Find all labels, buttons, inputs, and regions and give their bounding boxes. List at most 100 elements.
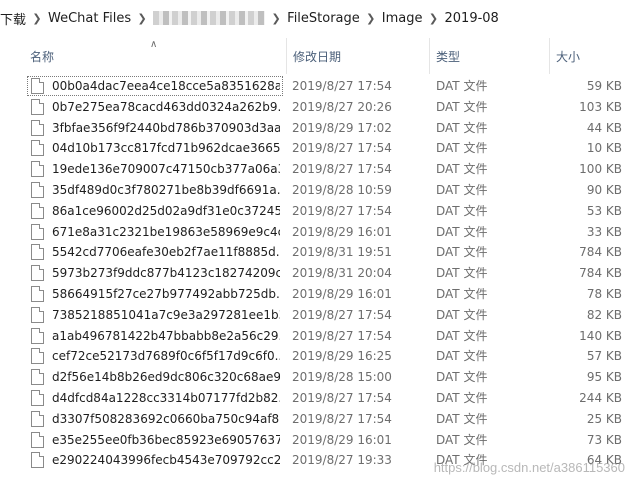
column-header-modified-label: 修改日期 <box>293 50 342 64</box>
file-modified-date: 2019/8/27 17:54 <box>292 79 392 93</box>
file-row[interactable]: 5973b273f9ddc877b4123c18274209c... 2019/8… <box>0 263 639 284</box>
file-name: d3307f508283692c0660ba750c94af8... <box>52 411 280 426</box>
file-modified-date: 2019/8/28 10:59 <box>292 182 392 197</box>
file-size: 57 KB <box>586 349 622 364</box>
file-name: d2f56e14b8b26ed9dc806c320c68ae9... <box>52 370 280 385</box>
file-icon <box>31 369 44 386</box>
breadcrumb-item-downloads[interactable]: 下载 <box>0 9 28 28</box>
file-modified-date: 2019/8/27 20:26 <box>292 99 392 114</box>
file-icon <box>31 348 44 365</box>
file-type: DAT 文件 <box>436 411 488 426</box>
chevron-right-icon[interactable]: ❯ <box>425 12 443 25</box>
file-type: DAT 文件 <box>436 79 488 93</box>
file-row[interactable]: d2f56e14b8b26ed9dc806c320c68ae9... 2019/8… <box>0 367 639 388</box>
file-type: DAT 文件 <box>436 203 488 218</box>
file-icon <box>31 181 44 198</box>
file-modified-date: 2019/8/27 17:54 <box>292 411 392 426</box>
chevron-right-icon[interactable]: ❯ <box>267 12 285 25</box>
file-icon <box>31 327 44 344</box>
file-type: DAT 文件 <box>436 328 488 343</box>
file-size: 103 KB <box>579 99 622 114</box>
breadcrumb-item-2019-08[interactable]: 2019-08 <box>443 11 501 26</box>
file-name: d4dfcd84a1228cc3314b07177fd2b82... <box>52 390 280 405</box>
file-name: 04d10b173cc817fcd71b962dcae3665... <box>52 141 280 156</box>
breadcrumb-item-wechat-files[interactable]: WeChat Files <box>46 11 133 26</box>
column-header-type[interactable]: 类型 <box>430 38 550 74</box>
file-row[interactable]: 58664915f27ce27b977492abb725db... 2019/8/… <box>0 284 639 305</box>
file-type: DAT 文件 <box>436 286 488 301</box>
file-icon <box>31 431 44 448</box>
file-row[interactable]: 671e8a31c2321be19863e58969e9c4c... 2019/8… <box>0 222 639 243</box>
breadcrumb-item-filestorage[interactable]: FileStorage <box>285 11 362 26</box>
file-size: 100 KB <box>579 162 622 177</box>
file-name: 58664915f27ce27b977492abb725db... <box>52 286 280 301</box>
file-name: e35e255ee0fb36bec85923e69057637... <box>52 432 280 447</box>
chevron-right-icon[interactable]: ❯ <box>362 12 380 25</box>
file-icon <box>31 244 44 261</box>
file-modified-date: 2019/8/29 17:02 <box>292 120 392 135</box>
file-size: 784 KB <box>579 266 622 281</box>
file-type: DAT 文件 <box>436 307 488 322</box>
file-type: DAT 文件 <box>436 182 488 197</box>
file-modified-date: 2019/8/27 17:54 <box>292 162 392 177</box>
file-icon <box>31 140 44 157</box>
file-size: 78 KB <box>586 286 622 301</box>
file-row[interactable]: 5542cd7706eafe30eb2f7ae11f8885d... 2019/8… <box>0 242 639 263</box>
file-modified-date: 2019/8/27 17:54 <box>292 328 392 343</box>
column-header-row: 名称 修改日期 类型 大小 <box>0 38 639 74</box>
file-modified-date: 2019/8/29 16:01 <box>292 286 392 301</box>
file-name: 35df489d0c3f780271be8b39df6691a... <box>52 182 280 197</box>
file-row[interactable]: 04d10b173cc817fcd71b962dcae3665... 2019/8… <box>0 138 639 159</box>
file-modified-date: 2019/8/29 16:01 <box>292 224 392 239</box>
file-size: 33 KB <box>586 224 622 239</box>
file-row[interactable]: 7385218851041a7c9e3a297281ee1b3... 2019/8… <box>0 305 639 326</box>
file-icon <box>31 119 44 136</box>
column-header-modified[interactable]: 修改日期 <box>287 38 430 74</box>
breadcrumb-item-image[interactable]: Image <box>380 11 425 26</box>
file-type: DAT 文件 <box>436 162 488 177</box>
file-modified-date: 2019/8/29 16:25 <box>292 349 392 364</box>
file-icon <box>31 98 44 115</box>
file-icon <box>31 265 44 282</box>
file-row[interactable]: 86a1ce96002d25d02a9df31e0c37245... 2019/8… <box>0 201 639 222</box>
sort-ascending-icon: ∧ <box>150 39 158 50</box>
file-icon <box>31 452 44 469</box>
file-row[interactable]: 19ede136e709007c47150cb377a06a3... 2019/8… <box>0 159 639 180</box>
file-icon <box>31 78 44 94</box>
file-row[interactable]: e35e255ee0fb36bec85923e69057637... 2019/8… <box>0 430 639 451</box>
file-size: 73 KB <box>586 432 622 447</box>
file-modified-date: 2019/8/29 16:01 <box>292 432 392 447</box>
file-icon <box>31 161 44 178</box>
column-header-name-label: 名称 <box>30 50 55 64</box>
file-row[interactable]: cef72ce52173d7689f0c6f5f17d9c6f0... 2019/… <box>0 346 639 367</box>
redacted-folder-name[interactable] <box>153 11 266 25</box>
file-type: DAT 文件 <box>436 349 488 364</box>
file-row[interactable]: d3307f508283692c0660ba750c94af8... 2019/8… <box>0 409 639 430</box>
file-size: 244 KB <box>579 390 622 405</box>
file-type: DAT 文件 <box>436 224 488 239</box>
chevron-right-icon[interactable]: ❯ <box>133 12 151 25</box>
file-name: 19ede136e709007c47150cb377a06a3... <box>52 162 280 177</box>
file-row[interactable]: d4dfcd84a1228cc3314b07177fd2b82... 2019/8… <box>0 388 639 409</box>
file-row[interactable]: 0b7e275ea78cacd463dd0324a262b9... 2019/8/… <box>0 97 639 118</box>
address-bar[interactable]: 下载 ❯ WeChat Files ❯ ❯ FileStorage ❯ Imag… <box>0 0 639 37</box>
file-modified-date: 2019/8/31 20:04 <box>292 266 392 281</box>
file-size: 59 KB <box>586 79 622 93</box>
file-list: 00b0a4dac7eea4ce18cce5a8351628a... 2019/8… <box>0 76 639 471</box>
file-modified-date: 2019/8/31 19:51 <box>292 245 392 260</box>
column-header-size-label: 大小 <box>556 50 581 64</box>
file-size: 90 KB <box>586 182 622 197</box>
file-icon <box>31 306 44 323</box>
file-icon <box>31 202 44 219</box>
file-row[interactable]: a1ab496781422b47bbabb8e2a56c29... 2019/8/… <box>0 326 639 347</box>
file-name: 7385218851041a7c9e3a297281ee1b3... <box>52 307 280 322</box>
chevron-right-icon[interactable]: ❯ <box>28 12 46 25</box>
column-header-size[interactable]: 大小 <box>550 38 630 74</box>
file-row[interactable]: 35df489d0c3f780271be8b39df6691a... 2019/8… <box>0 180 639 201</box>
column-header-type-label: 类型 <box>436 50 461 64</box>
file-row[interactable]: 00b0a4dac7eea4ce18cce5a8351628a... 2019/8… <box>0 76 639 97</box>
file-row[interactable]: 3fbfae356f9f2440bd786b370903d3aa... 2019/… <box>0 118 639 139</box>
watermark-text: https://blog.csdn.net/a386115360 <box>433 460 625 475</box>
file-type: DAT 文件 <box>436 245 488 260</box>
file-name: 671e8a31c2321be19863e58969e9c4c... <box>52 224 280 239</box>
